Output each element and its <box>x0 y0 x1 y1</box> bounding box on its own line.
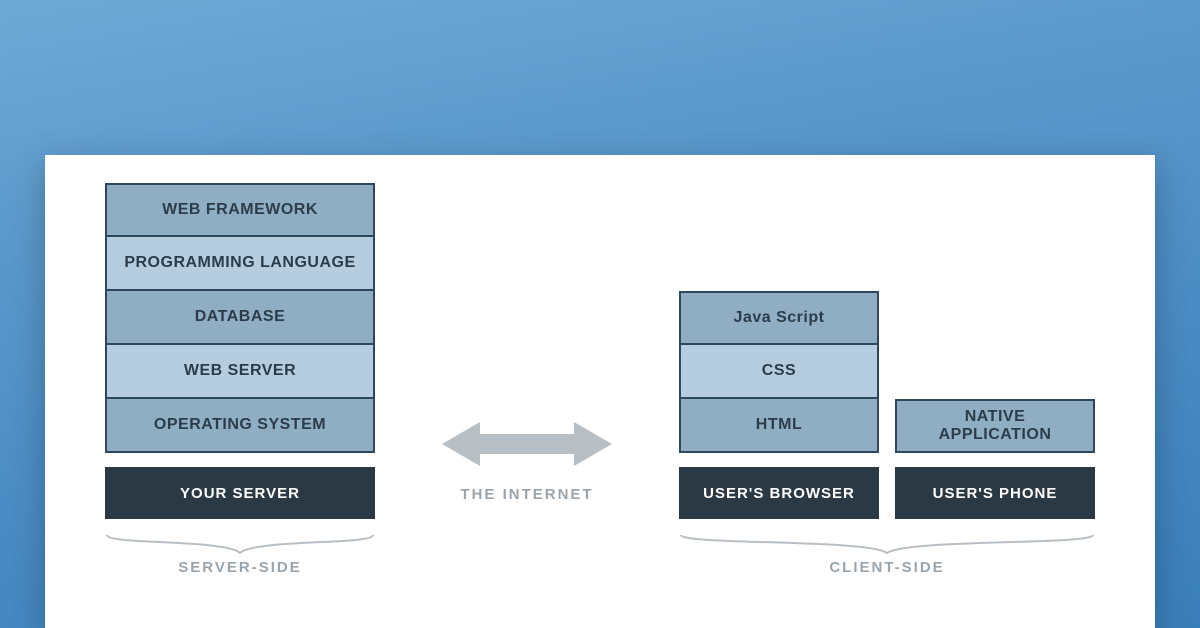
server-layer: PROGRAMMING LANGUAGE <box>105 237 375 291</box>
server-layer: WEB FRAMEWORK <box>105 183 375 237</box>
brace-icon <box>679 533 1095 555</box>
columns-row: WEB FRAMEWORK PROGRAMMING LANGUAGE DATAB… <box>105 183 1095 519</box>
browser-base: USER'S BROWSER <box>679 467 879 519</box>
browser-layer: Java Script <box>679 291 879 345</box>
brace-icon <box>105 533 375 555</box>
browser-layer: HTML <box>679 399 879 453</box>
server-layer: DATABASE <box>105 291 375 345</box>
server-base: YOUR SERVER <box>105 467 375 519</box>
brace-row: SERVER-SIDE CLIENT-SIDE <box>105 533 1095 576</box>
client-group: Java Script CSS HTML USER'S BROWSER NATI… <box>679 291 1095 519</box>
phone-base: USER'S PHONE <box>895 467 1095 519</box>
internet-column: THE INTERNET <box>427 418 627 519</box>
phone-layer: NATIVE APPLICATION <box>895 399 1095 453</box>
diagram-card: WEB FRAMEWORK PROGRAMMING LANGUAGE DATAB… <box>45 155 1155 628</box>
server-stack: WEB FRAMEWORK PROGRAMMING LANGUAGE DATAB… <box>105 183 375 519</box>
server-layer: WEB SERVER <box>105 345 375 399</box>
server-layer: OPERATING SYSTEM <box>105 399 375 453</box>
server-group-label: SERVER-SIDE <box>178 559 301 576</box>
server-brace: SERVER-SIDE <box>105 533 375 576</box>
internet-label: THE INTERNET <box>460 486 593 503</box>
client-group-label: CLIENT-SIDE <box>829 559 944 576</box>
browser-stack: Java Script CSS HTML USER'S BROWSER <box>679 291 879 519</box>
bidirectional-arrow-icon <box>442 418 612 470</box>
client-brace: CLIENT-SIDE <box>679 533 1095 576</box>
phone-stack: NATIVE APPLICATION USER'S PHONE <box>895 399 1095 519</box>
browser-layer: CSS <box>679 345 879 399</box>
